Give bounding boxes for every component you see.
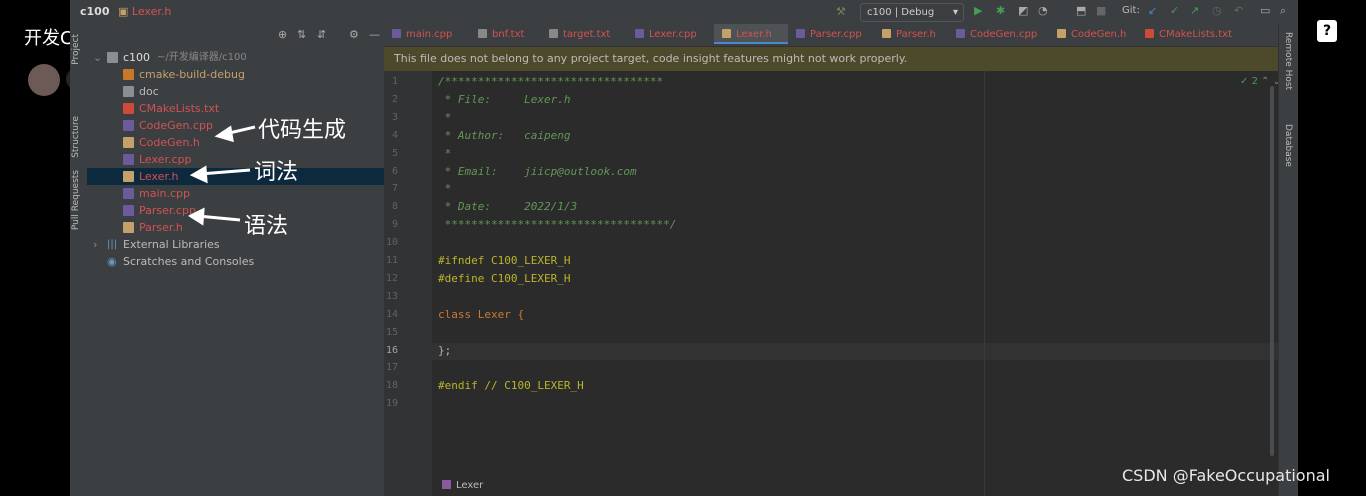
- arrowhead-parser: [187, 207, 205, 226]
- arrowhead-codegen: [214, 125, 234, 143]
- annotation-arrows: [187, 125, 256, 226]
- annotation-parser: 语法: [244, 214, 289, 239]
- annotation-codegen: 代码生成: [258, 118, 347, 143]
- arrowhead-lexer: [189, 165, 208, 184]
- arrow-parser: [197, 214, 241, 222]
- watermark: CSDN @FakeOccupational: [1122, 466, 1330, 485]
- annotation-lexer: 词法: [254, 160, 299, 185]
- arrow-lexer: [199, 168, 251, 176]
- help-icon[interactable]: ?: [1317, 20, 1337, 42]
